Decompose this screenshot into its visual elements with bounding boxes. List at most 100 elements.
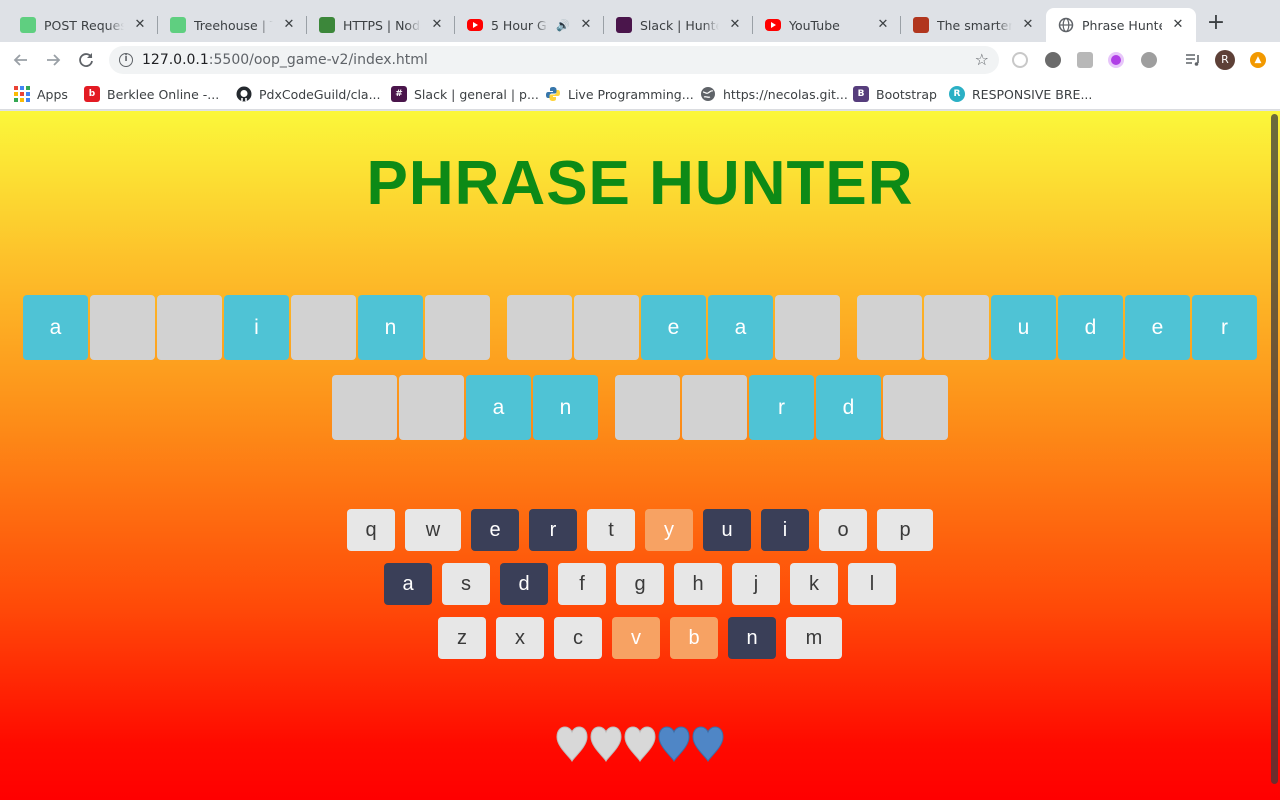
key-u[interactable]: u: [703, 509, 751, 551]
key-d[interactable]: d: [500, 563, 548, 605]
tab-title: Slack | Hunter: [640, 17, 719, 33]
key-y[interactable]: y: [645, 509, 693, 551]
tab-close-icon[interactable]: ✕: [578, 17, 594, 33]
key-o[interactable]: o: [819, 509, 867, 551]
tab-close-icon[interactable]: ✕: [1020, 17, 1036, 33]
tab-audio-icon[interactable]: 🔊: [556, 19, 570, 32]
browser-tab[interactable]: Phrase Hunter ✕: [1046, 8, 1196, 42]
tab-close-icon[interactable]: ✕: [1170, 17, 1186, 33]
tab-title: The smarter wa: [937, 17, 1012, 33]
revealed-letter-box: d: [1058, 295, 1123, 360]
live-heart-icon: [692, 726, 724, 763]
profile-avatar[interactable]: R: [1215, 50, 1235, 70]
key-p[interactable]: p: [877, 509, 933, 551]
bookmark-item[interactable]: https://necolas.git...: [700, 84, 848, 104]
browser-tab[interactable]: YouTube ✕: [753, 8, 901, 42]
treehouse-icon: [170, 17, 186, 33]
key-v[interactable]: v: [612, 617, 660, 659]
revealed-letter-box: r: [749, 375, 814, 440]
key-m[interactable]: m: [786, 617, 842, 659]
key-b[interactable]: b: [670, 617, 718, 659]
key-i[interactable]: i: [761, 509, 809, 551]
revealed-letter-box: e: [641, 295, 706, 360]
responsive-icon: R: [949, 86, 965, 102]
keyboard-row: zxcvbnm: [0, 617, 1280, 659]
bookmark-item[interactable]: R RESPONSIVE BRE...: [949, 84, 1092, 104]
tab-title: HTTPS | Node.js: [343, 17, 421, 33]
key-j[interactable]: j: [732, 563, 780, 605]
key-c[interactable]: c: [554, 617, 602, 659]
hidden-letter-box: [399, 375, 464, 440]
key-t[interactable]: t: [587, 509, 635, 551]
bookmark-item[interactable]: PdxCodeGuild/cla...: [236, 84, 381, 104]
key-l[interactable]: l: [848, 563, 896, 605]
bookmark-label: Bootstrap: [876, 86, 937, 102]
key-f[interactable]: f: [558, 563, 606, 605]
key-x[interactable]: x: [496, 617, 544, 659]
github-icon: [236, 86, 252, 102]
key-n[interactable]: n: [728, 617, 776, 659]
back-button[interactable]: [10, 49, 32, 71]
site-info-icon[interactable]: i: [119, 53, 133, 67]
extension-purple-icon[interactable]: [1108, 52, 1124, 68]
bootstrap-icon: B: [853, 86, 869, 102]
bookmark-label: https://necolas.git...: [723, 86, 848, 102]
extension-pin-icon[interactable]: [1141, 52, 1157, 68]
browser-tab[interactable]: Slack | Hunter ✕: [604, 8, 753, 42]
media-control-icon[interactable]: [1185, 52, 1201, 68]
browser-tab[interactable]: POST Requests ✕: [8, 8, 158, 42]
url-text[interactable]: 127.0.0.1:5500/oop_game-v2/index.html: [142, 52, 428, 68]
nodejs-icon: [319, 17, 335, 33]
key-e[interactable]: e: [471, 509, 519, 551]
tab-close-icon[interactable]: ✕: [429, 17, 445, 33]
bookmark-item[interactable]: # Slack | general | p...: [391, 84, 539, 104]
berklee-icon: b: [84, 86, 100, 102]
browser-tab[interactable]: The smarter wa ✕: [901, 8, 1046, 42]
forward-button[interactable]: [42, 49, 64, 71]
key-z[interactable]: z: [438, 617, 486, 659]
phrase-line: aineauder: [0, 295, 1280, 360]
bookmark-item[interactable]: B Bootstrap: [853, 84, 937, 104]
revealed-letter-box: e: [1125, 295, 1190, 360]
tab-close-icon[interactable]: ✕: [875, 17, 891, 33]
tab-title: Phrase Hunter: [1082, 17, 1162, 33]
browser-tab[interactable]: HTTPS | Node.js ✕: [307, 8, 455, 42]
tab-close-icon[interactable]: ✕: [281, 17, 297, 33]
bookmark-item[interactable]: b Berklee Online -...: [84, 84, 219, 104]
key-h[interactable]: h: [674, 563, 722, 605]
key-q[interactable]: q: [347, 509, 395, 551]
tab-close-icon[interactable]: ✕: [727, 17, 743, 33]
page-title: PHRASE HUNTER: [366, 149, 914, 218]
key-a[interactable]: a: [384, 563, 432, 605]
bookmark-item[interactable]: Live Programming...: [545, 84, 694, 104]
bookmark-star-icon[interactable]: ☆: [975, 50, 989, 69]
phrase-word: ain: [23, 295, 490, 360]
key-r[interactable]: r: [529, 509, 577, 551]
extension-screenshot-icon[interactable]: [1077, 52, 1093, 68]
extension-sync-icon[interactable]: [1012, 52, 1028, 68]
key-s[interactable]: s: [442, 563, 490, 605]
revealed-letter-box: i: [224, 295, 289, 360]
key-k[interactable]: k: [790, 563, 838, 605]
key-g[interactable]: g: [616, 563, 664, 605]
address-bar[interactable]: i 127.0.0.1:5500/oop_game-v2/index.html …: [109, 46, 999, 74]
revealed-letter-box: n: [533, 375, 598, 440]
bookmark-item[interactable]: Apps: [14, 84, 68, 104]
key-w[interactable]: w: [405, 509, 461, 551]
bookmark-label: Slack | general | p...: [414, 86, 539, 102]
hidden-letter-box: [291, 295, 356, 360]
bookmark-label: Apps: [37, 86, 68, 102]
apps-grid-icon: [14, 86, 30, 102]
revealed-letter-box: a: [23, 295, 88, 360]
tab-close-icon[interactable]: ✕: [132, 17, 148, 33]
browser-tab[interactable]: Treehouse | Tea ✕: [158, 8, 307, 42]
browser-tab[interactable]: 5 Hour Grad 🔊 ✕: [455, 8, 604, 42]
tab-strip: + POST Requests✕Treehouse | Tea✕HTTPS | …: [0, 0, 1280, 42]
url-path: :5500/oop_game-v2/index.html: [208, 52, 428, 68]
page-scrollbar[interactable]: [1271, 114, 1278, 784]
reload-button[interactable]: [75, 49, 97, 71]
new-tab-button[interactable]: +: [1205, 12, 1227, 35]
youtube-icon: [467, 19, 483, 31]
update-icon[interactable]: ▲: [1250, 52, 1266, 68]
extension-circle-icon[interactable]: [1045, 52, 1061, 68]
